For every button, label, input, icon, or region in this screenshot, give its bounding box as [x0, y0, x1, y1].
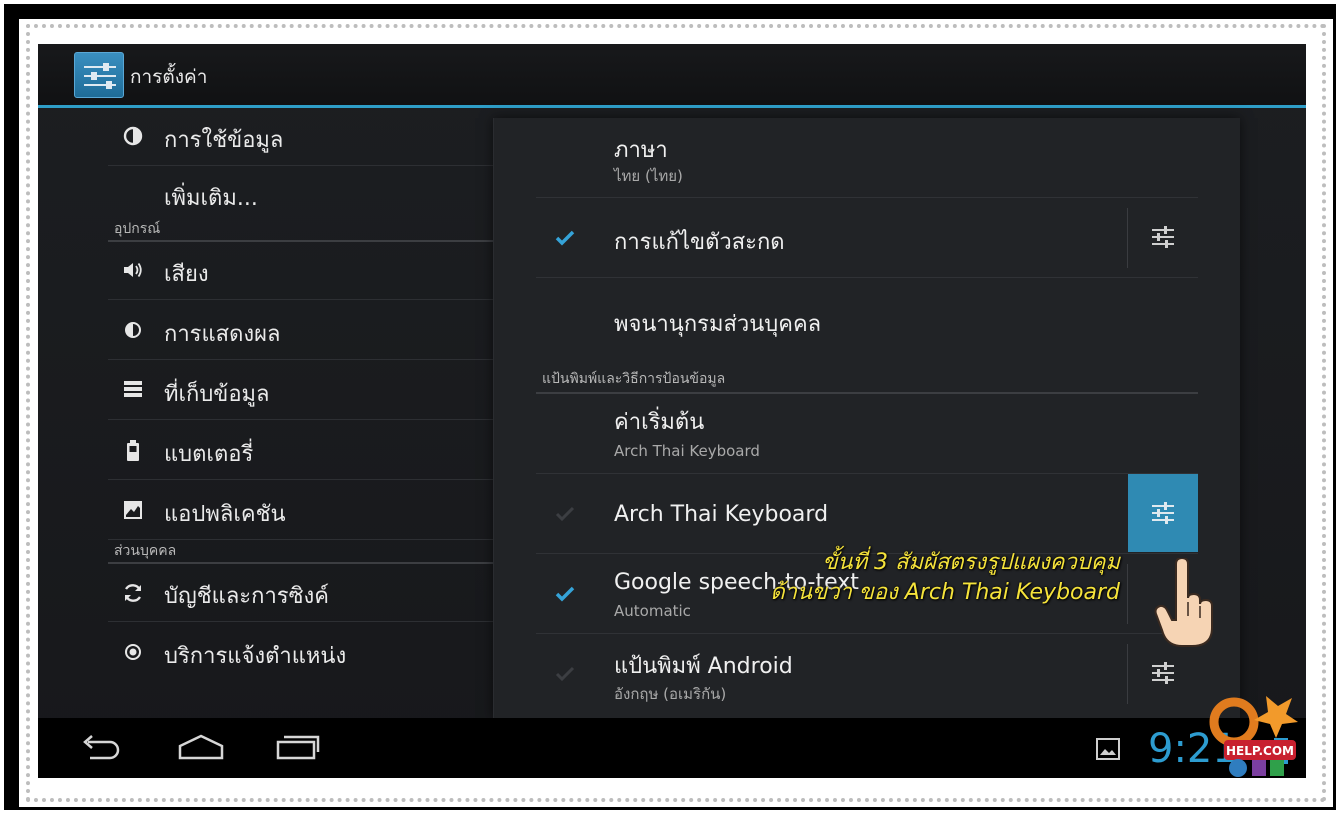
tune-icon — [1152, 662, 1174, 684]
tune-icon — [1152, 226, 1174, 248]
default-keyboard-value: Arch Thai Keyboard — [614, 442, 760, 460]
home-icon — [178, 734, 224, 760]
android-keyboard-row[interactable]: แป้นพิมพ์ Android อังกฤษ (อเมริกัน) — [536, 634, 1198, 718]
personal-dictionary-row[interactable]: พจนานุกรมส่วนบุคคล — [536, 278, 1198, 358]
battery-icon — [122, 440, 144, 462]
android-keyboard-checkbox — [554, 664, 575, 684]
recent-apps-button[interactable] — [274, 732, 320, 766]
google-speech-value: Automatic — [614, 602, 691, 620]
spell-checker-settings-button[interactable] — [1128, 198, 1198, 276]
sidebar-item-accounts-sync[interactable]: บัญชีและการซิงค์ — [108, 564, 493, 622]
annotation-line-1: ขั้นที่ 3 สัมผัสตรงรูปแผงควบคุม — [822, 550, 1120, 575]
language-title: ภาษา — [614, 138, 668, 163]
annotation-line-2: ด้านขวา ของ Arch Thai Keyboard — [770, 580, 1120, 605]
arch-thai-title: Arch Thai Keyboard — [614, 502, 829, 527]
sidebar-item-battery[interactable]: แบตเตอรี่ — [108, 422, 493, 480]
settings-category-list: การใช้ข้อมูล เพิ่มเติม... อุปกรณ์ เสียง … — [38, 108, 493, 718]
location-icon — [122, 642, 144, 664]
tune-icon — [1152, 502, 1174, 524]
sidebar-item-label: ที่เก็บข้อมูล — [164, 382, 270, 407]
sidebar-item-data-usage[interactable]: การใช้ข้อมูล — [108, 108, 493, 166]
sidebar-item-sound[interactable]: เสียง — [108, 242, 493, 300]
back-button[interactable] — [80, 732, 122, 766]
spell-checker-row[interactable]: การแก้ไขตัวสะกด — [536, 198, 1198, 278]
section-header-label: อุปกรณ์ — [114, 221, 161, 237]
spell-checker-checkbox[interactable] — [554, 228, 575, 248]
section-header-device: อุปกรณ์ — [108, 212, 493, 242]
sidebar-item-label: บริการแจ้งตำแหน่ง — [164, 644, 347, 669]
section-header-personal: ส่วนบุคคล — [108, 534, 493, 564]
section-header-label: แป้นพิมพ์และวิธีการป้อนข้อมูล — [542, 371, 726, 387]
sidebar-item-label: บัญชีและการซิงค์ — [164, 584, 329, 609]
language-value: ไทย (ไทย) — [614, 167, 683, 185]
arch-thai-keyboard-row[interactable]: Arch Thai Keyboard — [536, 474, 1198, 554]
action-bar: การตั้งค่า — [38, 44, 1306, 108]
google-speech-checkbox[interactable] — [554, 584, 575, 604]
settings-sliders-icon[interactable] — [74, 52, 124, 98]
system-nav-bar: 9:21 — [38, 718, 1306, 778]
default-keyboard-row[interactable]: ค่าเริ่มต้น Arch Thai Keyboard — [536, 394, 1198, 474]
help-com-logo: HELP.COM — [1208, 692, 1300, 778]
pointing-hand-icon — [1154, 556, 1218, 652]
sidebar-item-storage[interactable]: ที่เก็บข้อมูล — [108, 362, 493, 420]
sidebar-item-label: การใช้ข้อมูล — [164, 128, 284, 153]
watermark-text: HELP.COM — [1226, 744, 1294, 758]
personal-dictionary-title: พจนานุกรมส่วนบุคคล — [614, 312, 822, 337]
sidebar-item-location[interactable]: บริการแจ้งตำแหน่ง — [108, 624, 493, 682]
sidebar-item-display[interactable]: การแสดงผล — [108, 302, 493, 360]
language-row[interactable]: ภาษา ไทย (ไทย) — [536, 118, 1198, 198]
home-button[interactable] — [176, 732, 226, 766]
tablet-screen: การตั้งค่า การใช้ข้อมูล เพิ่มเติม... อุป… — [38, 44, 1306, 778]
sidebar-item-label: เพิ่มเติม... — [164, 186, 258, 211]
display-icon — [122, 320, 144, 342]
sidebar-item-label: การแสดงผล — [164, 322, 281, 347]
page-title: การตั้งค่า — [130, 66, 208, 88]
sidebar-item-more[interactable]: เพิ่มเติม... — [108, 166, 493, 216]
default-keyboard-title: ค่าเริ่มต้น — [614, 410, 705, 435]
recent-apps-icon — [276, 735, 320, 760]
gallery-notification-icon[interactable] — [1096, 738, 1120, 764]
apps-icon — [122, 500, 144, 522]
sidebar-item-label: แอปพลิเคชัน — [164, 502, 286, 527]
sync-icon — [122, 582, 144, 604]
android-keyboard-title: แป้นพิมพ์ Android — [614, 654, 793, 679]
section-header-label: ส่วนบุคคล — [114, 543, 177, 559]
arch-thai-settings-button[interactable] — [1128, 474, 1198, 552]
android-keyboard-value: อังกฤษ (อเมริกัน) — [614, 685, 727, 703]
sidebar-item-label: เสียง — [164, 262, 209, 287]
sidebar-item-label: แบตเตอรี่ — [164, 442, 254, 467]
section-header-keyboard: แป้นพิมพ์และวิธีการป้อนข้อมูล — [536, 358, 1198, 394]
data-usage-icon — [122, 126, 144, 148]
sound-icon — [122, 260, 144, 282]
tutorial-annotation: ขั้นที่ 3 สัมผัสตรงรูปแผงควบคุม ด้านขวา … — [754, 548, 1120, 608]
arch-thai-checkbox — [554, 504, 575, 524]
spell-checker-title: การแก้ไขตัวสะกด — [614, 230, 785, 255]
back-icon — [83, 735, 120, 760]
sidebar-item-apps[interactable]: แอปพลิเคชัน — [108, 482, 493, 540]
language-input-panel: ภาษา ไทย (ไทย) การแก้ไขตัวสะกด พจนานุกรม… — [493, 118, 1240, 718]
storage-icon — [122, 380, 144, 402]
row-divider — [1127, 564, 1128, 624]
